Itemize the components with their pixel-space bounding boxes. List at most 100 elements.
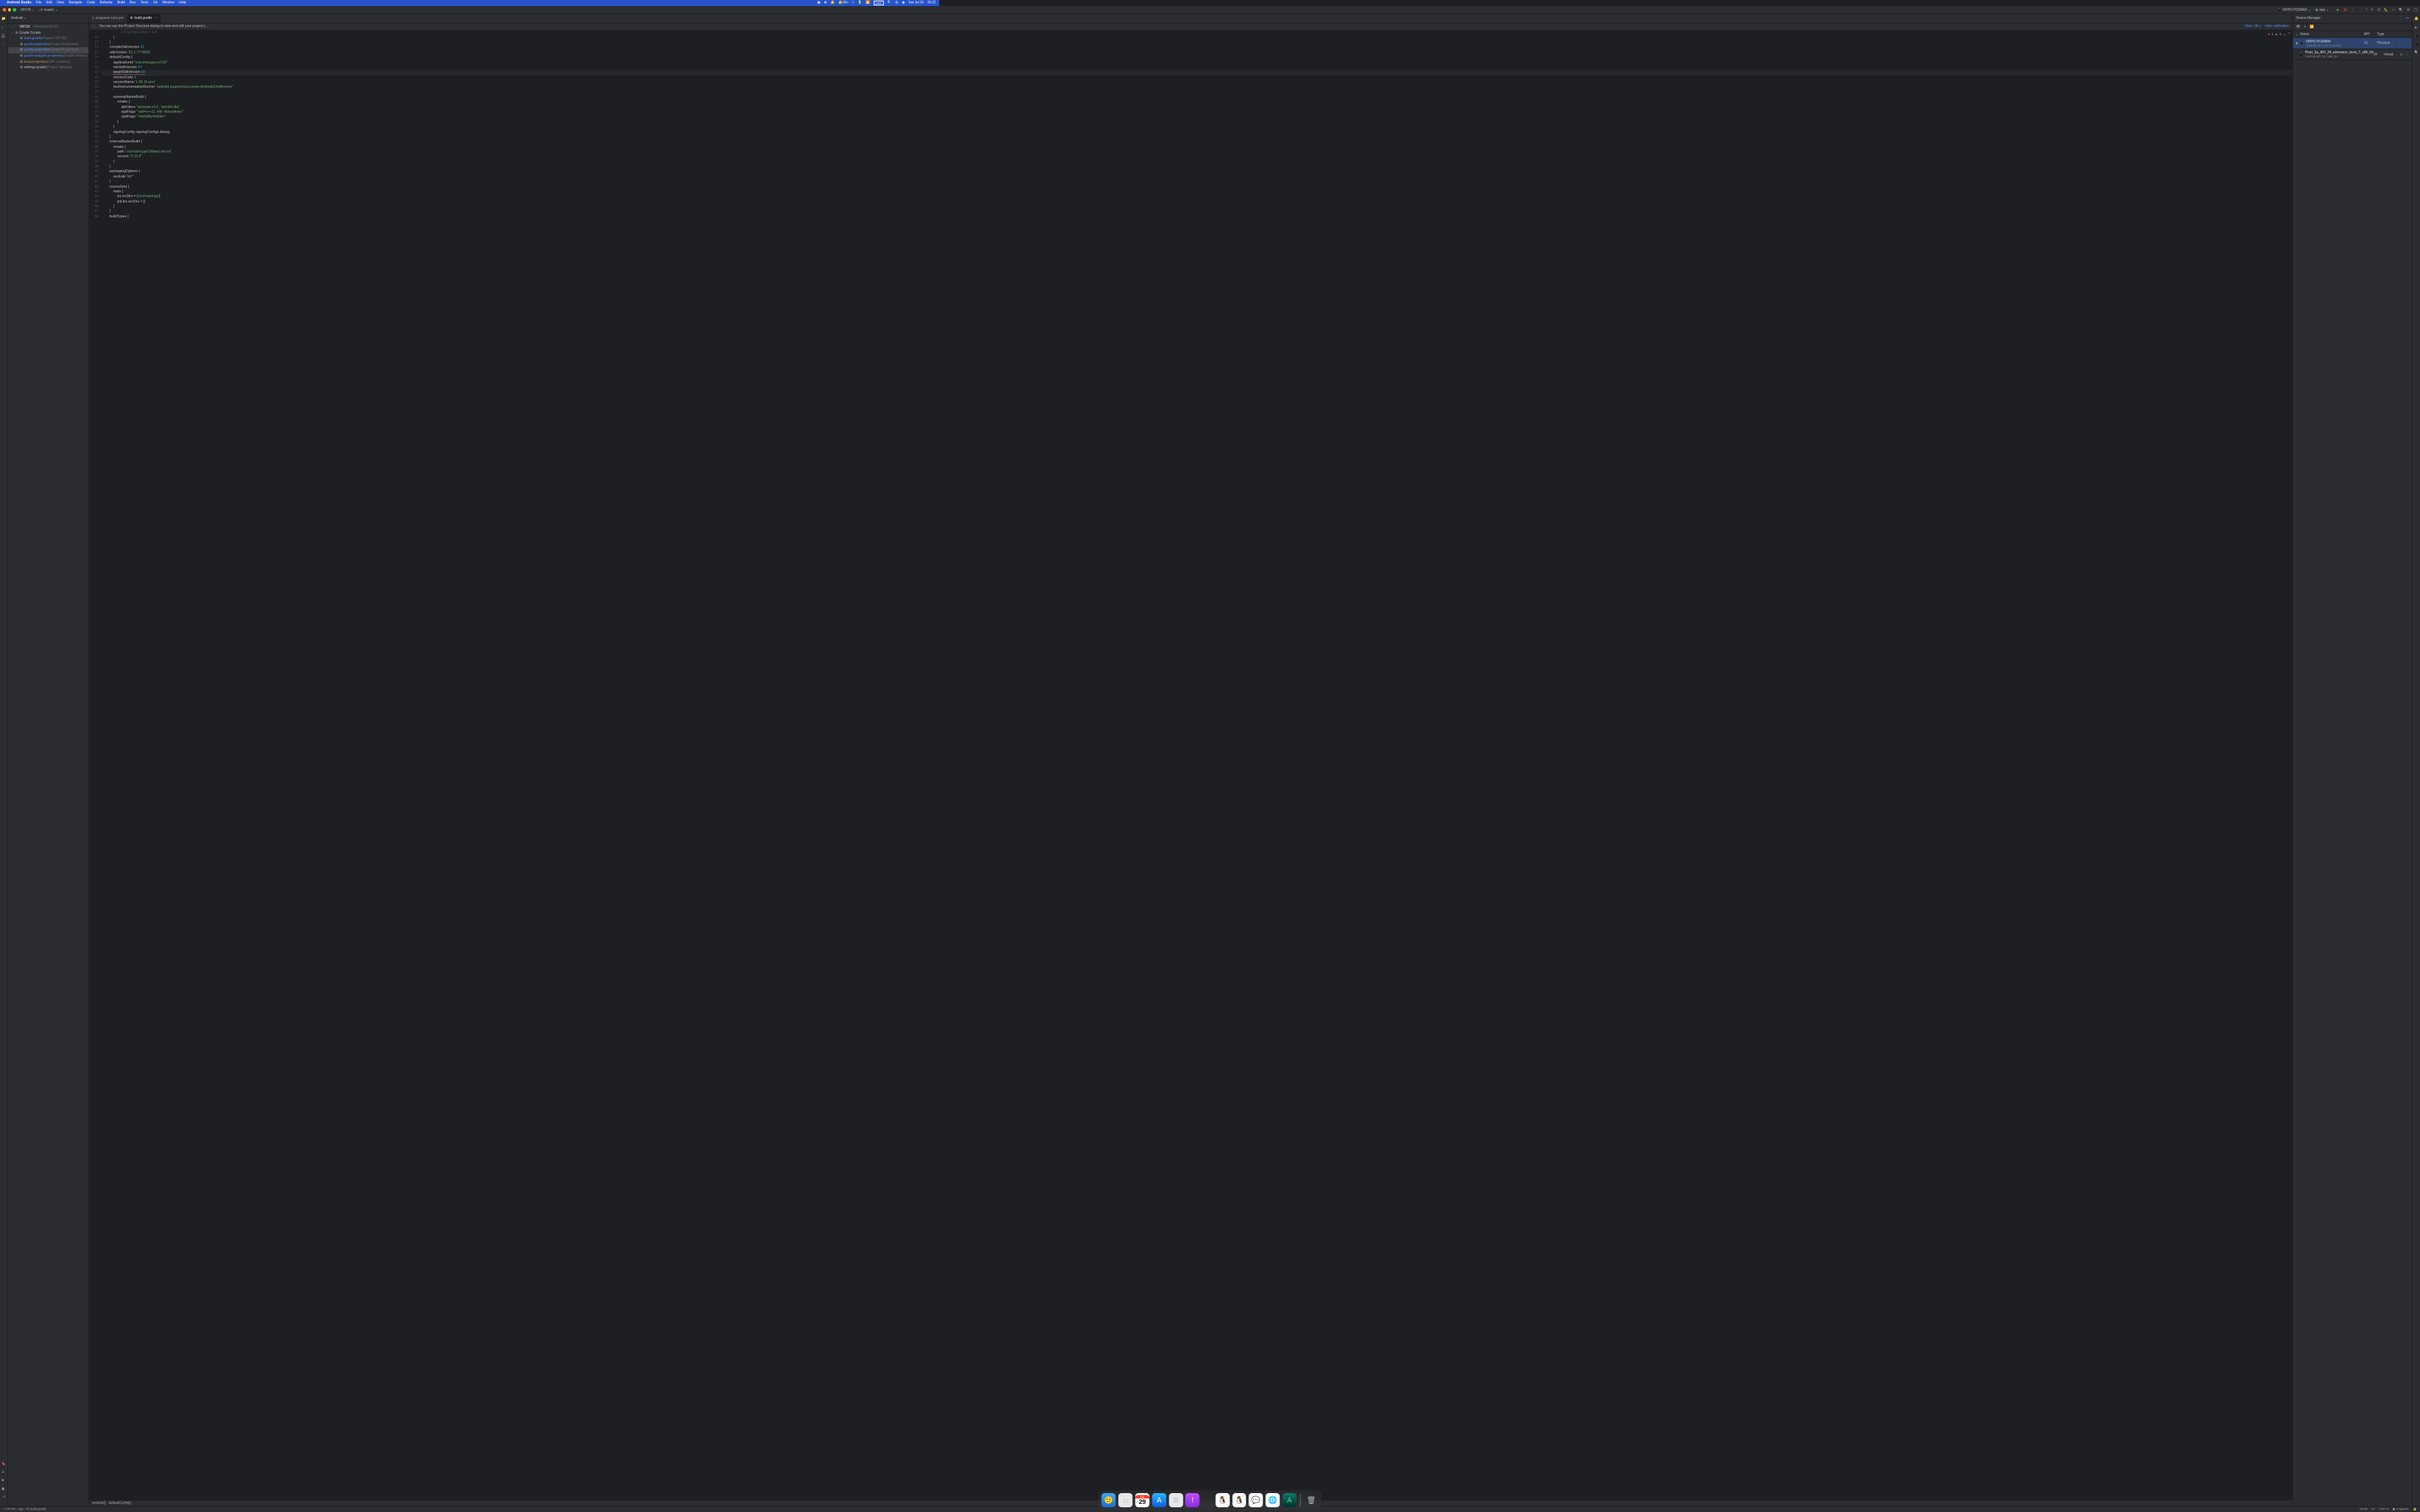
sys-date[interactable]: Sat Jul 29 (909, 1, 924, 5)
tree-file[interactable]: ⚙build.gradle (Project: VR720) (8, 36, 88, 42)
running-devices-icon[interactable]: 📱 (2415, 34, 2419, 38)
debug-tool-icon[interactable]: 🐛 (2384, 8, 2388, 12)
device-manager-tool-icon[interactable]: 📱 (2415, 42, 2419, 46)
device-actions-icon[interactable]: ⋮ (2398, 41, 2401, 45)
dock-launchpad[interactable]: ⚏ (1119, 1493, 1133, 1507)
add-device-icon[interactable]: + (2304, 25, 2306, 29)
indent-config[interactable]: ▣ 4 spaces (2392, 1507, 2409, 1511)
menu-navigate[interactable]: Navigate (69, 1, 82, 5)
dock-feedback[interactable]: ! (1186, 1493, 1200, 1507)
problems-icon[interactable]: ⚠ (1, 1470, 5, 1474)
dock-chrome[interactable]: 🌐 (1265, 1493, 1280, 1507)
dock-appstore[interactable]: A (1152, 1493, 1166, 1507)
cursor-position[interactable]: 19:28 (2359, 1507, 2367, 1511)
dock-qq[interactable]: 🐧 (1215, 1493, 1230, 1507)
tab-build-gradle[interactable]: ⚙ build.gradle × (127, 14, 161, 23)
code-content[interactable]: v2SigningEnabled true } } compileSdkVers… (101, 30, 2292, 1500)
commit-tool-icon[interactable]: ○ (1, 26, 5, 30)
chevron-right-icon[interactable]: › (11, 25, 14, 29)
tree-file[interactable]: ⚙gradle-wrapper.properties (Gradle Versi… (8, 53, 88, 59)
sys-notif-count[interactable]: 🔔99+ (839, 1, 849, 5)
menu-help[interactable]: Help (179, 1, 186, 5)
pair-wifi-icon[interactable]: 📶 (2310, 25, 2314, 29)
inspection-widget[interactable]: ●1 ▲3 ︿ ﹀ (2268, 32, 2290, 36)
minimize-window[interactable] (8, 8, 11, 11)
menu-git[interactable]: Git (153, 1, 157, 5)
sys-battery-icon[interactable]: 🔋 (858, 1, 862, 5)
app-name[interactable]: Android Studio (7, 1, 31, 5)
tree-gradle-scripts[interactable]: ⌄ ⚙ Gradle Scripts (8, 30, 88, 36)
col-name[interactable]: Name (2300, 32, 2365, 36)
bookmarks-icon[interactable]: 🔖 (1, 1462, 5, 1466)
sys-hotspot-icon[interactable]: ▣ (817, 1, 820, 5)
col-api[interactable]: API (2364, 32, 2377, 36)
start-device-icon[interactable]: ▷ (2400, 53, 2403, 57)
chevron-down-icon[interactable]: ⌄ (2296, 32, 2300, 36)
device-explorer-icon[interactable]: 🔍 (2415, 51, 2419, 55)
terminal-icon[interactable]: ▣ (1, 1487, 5, 1491)
line-separator[interactable]: LF (2371, 1507, 2375, 1511)
tree-root[interactable]: › 🗀 VR720 ~/Desktop/VR720 (8, 24, 88, 30)
col-type[interactable]: Type (2377, 32, 2398, 36)
structure-tool-icon[interactable]: 品 (1, 34, 5, 38)
readonly-lock-icon[interactable]: 🔒 (2413, 1507, 2417, 1511)
sys-bell-icon[interactable]: 🔔 (831, 1, 835, 5)
profiler-icon[interactable]: 〰 (2392, 7, 2395, 12)
minimize-panel-icon[interactable]: — (2406, 16, 2409, 20)
dock-trash[interactable]: 🗑 (1304, 1493, 1318, 1507)
device-filter-icon[interactable]: 👁 (2296, 25, 2300, 29)
sys-wifi-icon[interactable]: 📶 (866, 1, 870, 5)
project-panel-header[interactable]: Android ⌄ (8, 14, 88, 23)
status-path[interactable]: □ VR720 › app › ⚙ build.gradle (3, 1507, 47, 1511)
layout-icon[interactable]: ☰ (2377, 8, 2381, 12)
git-tool-icon[interactable]: ⎇ (1, 1495, 5, 1499)
menu-code[interactable]: Code (87, 1, 95, 5)
code-with-me-icon[interactable]: ⟟ (2366, 7, 2367, 12)
close-window[interactable] (3, 8, 6, 11)
dock-qq-alt[interactable]: 🐧 (1232, 1493, 1246, 1507)
sys-time[interactable]: 20:22 (927, 1, 936, 5)
run-config-selector[interactable]: ▣ app ⌄ (2315, 8, 2329, 12)
menu-file[interactable]: File (36, 1, 41, 5)
build-icon[interactable]: ◈ (1, 1478, 5, 1482)
close-tab-icon[interactable]: × (155, 16, 157, 20)
open-project-structure-link[interactable]: Open (⌘;) (2245, 24, 2261, 28)
device-selector[interactable]: 📱 OPPO PCRM00 ⌄ (2278, 8, 2311, 12)
sys-spotlight-icon[interactable]: 🔍 (887, 1, 891, 5)
tree-file[interactable]: ⚙local.properties (SDK Location) (8, 59, 88, 65)
more-actions-button[interactable]: ⋮ (2351, 8, 2355, 12)
sys-input-source[interactable]: A ABC (874, 1, 884, 5)
tree-file[interactable]: ⚙settings.gradle (Project Settings) (8, 65, 88, 71)
notifications-tool-icon[interactable]: 🔔 (2415, 17, 2419, 21)
sys-bluetooth-icon[interactable]: ᛒ (852, 1, 854, 5)
dock-calendar[interactable]: JUL 29 (1135, 1493, 1149, 1507)
menu-run[interactable]: Run (130, 1, 136, 5)
tab-options-icon[interactable]: ⋮ (2286, 16, 2290, 20)
sys-wechat-icon[interactable]: ✿ (824, 1, 826, 5)
breadcrumb-item[interactable]: defaultConfig{} (109, 1501, 131, 1505)
menu-refactor[interactable]: Refactor (100, 1, 113, 5)
project-view-mode[interactable]: Android (11, 16, 22, 20)
panel-options-icon[interactable]: ⋮ (2398, 16, 2402, 20)
git-branch-selector[interactable]: ⎇ master ⌄ (39, 8, 59, 12)
breadcrumb-item[interactable]: android{} (93, 1501, 106, 1505)
line-gutter[interactable]: 1213141516171819202122232425262728293031… (89, 30, 101, 1500)
sys-control-center-icon[interactable]: ⚙ (895, 1, 899, 5)
account-icon[interactable]: ◯ (2413, 8, 2417, 12)
device-row[interactable]: 📱 Pixel_3a_API_34_extension_level_7_x86_… (2293, 49, 2413, 61)
dock-android-studio[interactable]: A (1282, 1493, 1296, 1507)
debug-button[interactable]: 🐞 (2343, 8, 2347, 12)
project-selector[interactable]: VR720 ⌄ (20, 8, 34, 12)
menu-build[interactable]: Build (117, 1, 125, 5)
tree-file[interactable]: ⚙gradle.properties (Global Properties) (8, 47, 88, 53)
project-tree[interactable]: › 🗀 VR720 ~/Desktop/VR720 ⌄ ⚙ Gradle Scr… (8, 24, 88, 1506)
settings-icon[interactable]: ⚙ (2407, 8, 2411, 12)
menu-view[interactable]: View (57, 1, 64, 5)
tab-proguard[interactable]: ≡ proguard-rules.pro (89, 14, 127, 23)
more-tools-icon[interactable]: ⋯ (1, 42, 5, 46)
dock-finder[interactable]: 🙂 (1102, 1493, 1116, 1507)
maximize-window[interactable] (13, 8, 16, 11)
dock-wechat[interactable]: 💬 (1249, 1493, 1263, 1507)
tree-file[interactable]: ⚙gradle.properties (Project Properties) (8, 42, 88, 48)
file-encoding[interactable]: UTF-8 (2379, 1507, 2388, 1511)
